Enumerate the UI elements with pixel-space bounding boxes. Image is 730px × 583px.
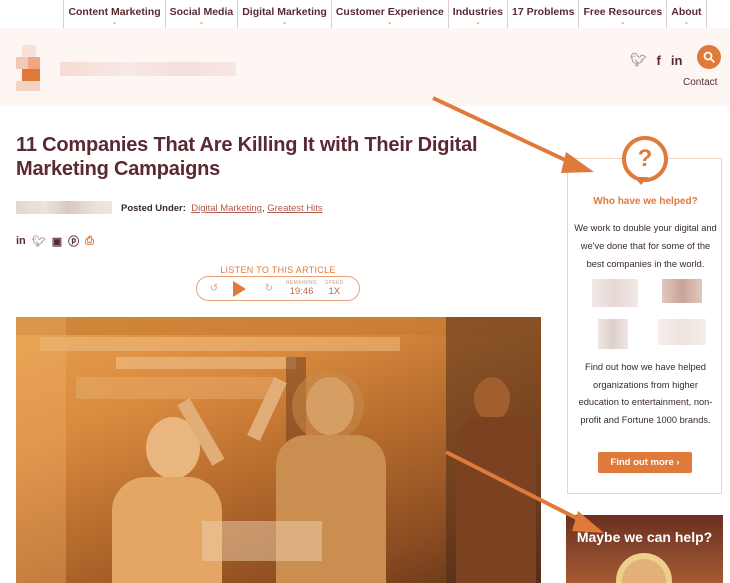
twitter-icon[interactable]: 🐦︎ [32,235,46,248]
nav-item-label: 17 Problems [511,6,575,18]
nav-item-label: Industries [452,6,503,18]
site-logo-wordmark[interactable] [60,62,236,76]
nav-item-label: About [671,6,702,18]
help-cta-banner[interactable]: Maybe we can help? [566,515,723,583]
contact-link[interactable]: Contact [683,77,717,88]
help-cta-heading: Maybe we can help? [576,529,713,545]
nav-item-label: Customer Experience [335,6,444,18]
chevron-down-icon: ⌄ [619,19,626,26]
question-icon: ? [622,136,668,182]
chevron-right-icon: › [676,457,680,468]
rewind-icon[interactable]: ↺ [205,283,223,294]
posted-under: Posted Under: Digital Marketing, Greates… [121,203,323,214]
nav-item-digital-marketing[interactable]: Digital Marketing ⌄ [237,0,331,28]
nav-item-content-marketing[interactable]: Content Marketing ⌄ [63,0,164,28]
question-icon-tail [634,177,648,185]
chevron-down-icon: ⌄ [281,19,288,26]
speed-value: 1X [328,286,341,297]
chevron-down-icon: ⌄ [474,19,481,26]
nav-item-label: Free Resources [583,6,663,18]
chevron-down-icon: ⌄ [683,19,690,26]
listen-label: LISTEN TO THIS ARTICLE [220,265,336,275]
facebook-icon[interactable]: ▣ [52,235,62,248]
linkedin-icon[interactable]: in [671,53,683,68]
chevron-down-icon: ⌄ [198,19,205,26]
top-nav-list: Content Marketing ⌄ Social Media ⌄ Digital… [63,0,707,28]
print-icon[interactable]: ⎙ [85,235,94,248]
client-logo [598,319,628,349]
search-button[interactable] [697,45,721,69]
posted-under-label: Posted Under: [121,203,186,214]
search-icon [703,51,715,63]
nav-item-label: Digital Marketing [242,6,327,18]
find-out-more-button[interactable]: Find out more › [598,452,692,473]
nav-item-customer-experience[interactable]: Customer Experience ⌄ [330,0,448,28]
find-out-more-label: Find out more [610,457,674,468]
article-title: 11 Companies That Are Killing It with Th… [16,134,478,180]
chevron-down-icon: ⌄ [111,19,118,26]
chevron-down-icon: ⌄ [386,19,393,26]
remaining-value: 19:46 [289,286,314,297]
remaining-time: REMAINING 19:46 [286,280,317,297]
audio-player: ↺ ↻ REMAINING 19:46 SPEED 1X [196,276,360,301]
nav-item-social-media[interactable]: Social Media ⌄ [164,0,238,28]
twitter-icon[interactable]: 🐦︎ [630,52,647,68]
nav-item-industries[interactable]: Industries ⌄ [447,0,507,28]
sidebar-intro: We work to double your digital and we've… [574,223,717,269]
nav-item-about[interactable]: About ⌄ [666,0,707,28]
sidebar-heading: Who have we helped? [593,196,698,207]
site-header: 🐦︎ f in Contact [0,28,730,106]
sidebar-widget: Who have we helped? We work to double yo… [567,158,722,494]
header-social-links: 🐦︎ f in [630,52,682,68]
playback-speed[interactable]: SPEED 1X [325,280,343,297]
nav-item-free-resources[interactable]: Free Resources ⌄ [578,0,666,28]
nav-item-label: Social Media [169,6,234,18]
client-logo [592,279,638,307]
site-logo[interactable] [16,45,52,93]
forward-icon[interactable]: ↻ [260,283,278,294]
nav-item-17-problems[interactable]: 17 Problems [506,0,578,28]
play-icon[interactable] [233,280,246,297]
pinterest-icon[interactable]: ⓟ [68,233,79,249]
hero-image [16,317,541,583]
top-nav: Content Marketing ⌄ Social Media ⌄ Digital… [0,0,730,28]
facebook-icon[interactable]: f [657,53,661,68]
category-link-greatest-hits[interactable]: Greatest Hits [267,203,322,214]
category-separator: , [261,203,265,214]
nav-item-label: Content Marketing [68,6,161,18]
sidebar-body: Find out how we have helped organization… [578,362,713,425]
author-name[interactable] [16,201,112,214]
share-bar: in 🐦︎ ▣ ⓟ ⎙ [16,233,94,249]
linkedin-icon[interactable]: in [16,235,26,247]
category-link-digital-marketing[interactable]: Digital Marketing [191,203,262,214]
client-logo [662,279,702,303]
client-logo [658,319,706,345]
